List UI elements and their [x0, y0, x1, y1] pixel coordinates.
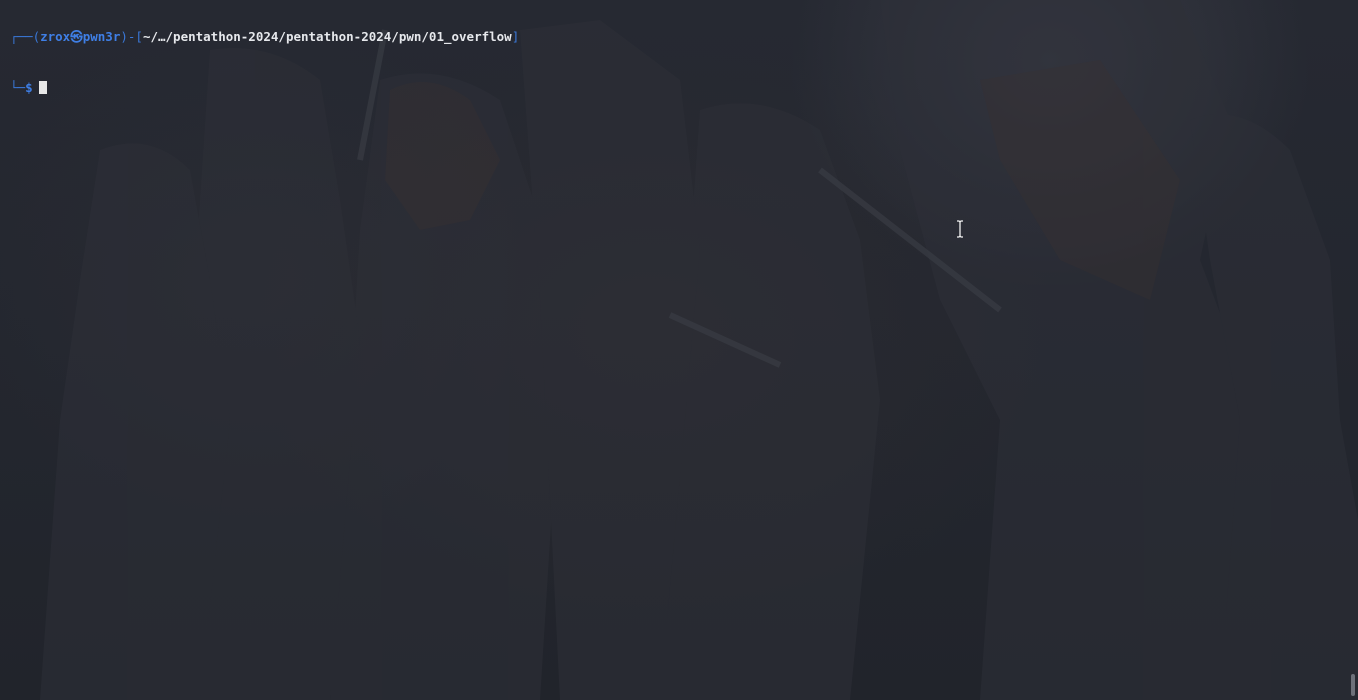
text-cursor[interactable] — [38, 81, 47, 94]
scrollbar[interactable] — [1348, 0, 1358, 700]
prompt-cwd: ~/…/pentathon-2024/pentathon-2024/pwn/01… — [142, 29, 512, 44]
terminal-output[interactable]: ┌──(zrox㉿pwn3r)-[~/…/pentathon-2024/pent… — [10, 0, 519, 130]
prompt-line2-frame: └─ — [10, 80, 26, 95]
prompt-host: pwn3r — [82, 29, 121, 44]
prompt-frame-close: ] — [511, 29, 520, 44]
i-beam-cursor-icon — [957, 220, 963, 238]
prompt-at-symbol: ㉿ — [70, 29, 83, 44]
prompt-frame-mid: )-[ — [120, 29, 143, 44]
prompt-user: zrox — [40, 29, 71, 44]
scrollbar-thumb[interactable] — [1351, 674, 1355, 696]
prompt-line-2[interactable]: └─$ — [10, 79, 519, 96]
terminal-window[interactable]: ┌──(zrox㉿pwn3r)-[~/…/pentathon-2024/pent… — [0, 0, 1358, 700]
prompt-symbol: $ — [25, 80, 33, 95]
prompt-line-1: ┌──(zrox㉿pwn3r)-[~/…/pentathon-2024/pent… — [10, 28, 519, 45]
prompt-frame-open: ┌──( — [10, 29, 41, 44]
